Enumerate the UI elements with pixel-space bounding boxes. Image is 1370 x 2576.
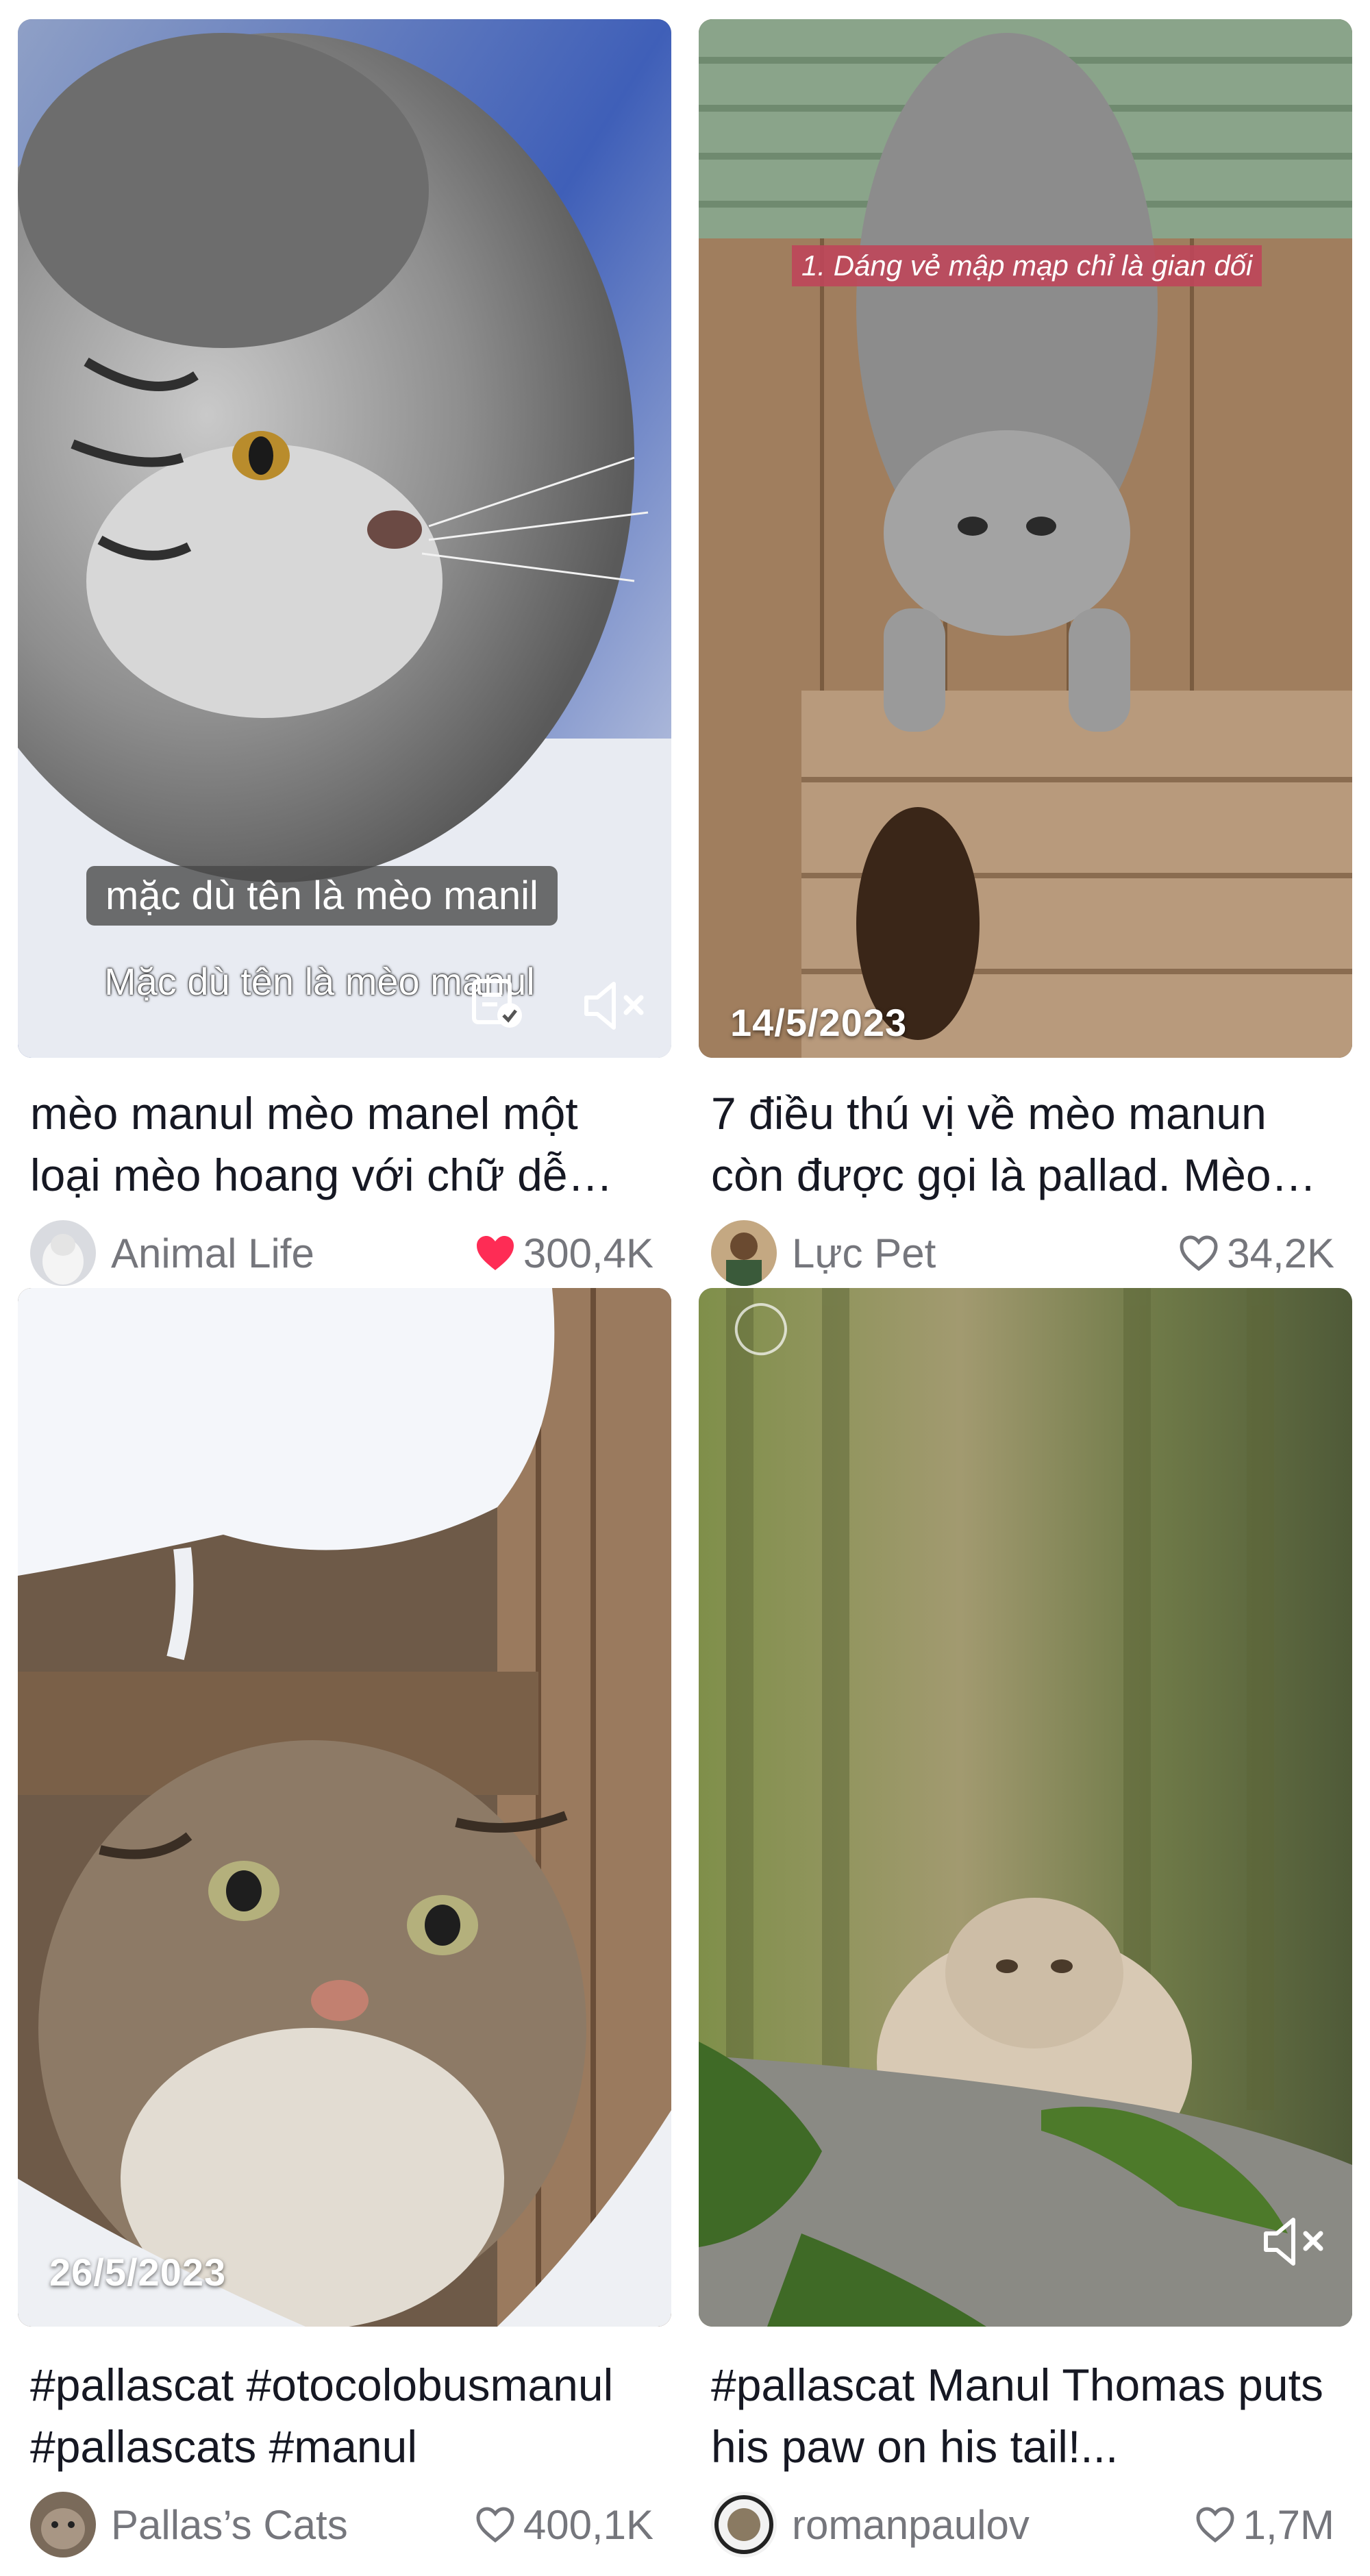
avatar[interactable] bbox=[30, 2492, 96, 2558]
video-thumbnail[interactable]: 1. Dáng vẻ mập mạp chỉ là gian dối 14/5/… bbox=[699, 19, 1352, 1058]
video-thumbnail[interactable]: 26/5/2023 bbox=[18, 1288, 671, 2327]
subtitle-icon[interactable] bbox=[470, 976, 525, 1030]
thumbnail-image bbox=[699, 1288, 1352, 2327]
heart-outline-icon[interactable] bbox=[1194, 2505, 1236, 2544]
video-title[interactable]: #pallascat #otocolobusmanul #pallascats … bbox=[30, 2354, 660, 2477]
mute-icon[interactable] bbox=[582, 978, 651, 1033]
author-name[interactable]: Lực Pet bbox=[792, 1230, 936, 1277]
like-count[interactable]: 300,4K bbox=[474, 1222, 653, 1284]
video-title[interactable]: mèo manul mèo manel một loại mèo hoang v… bbox=[30, 1082, 660, 1206]
heart-outline-icon[interactable] bbox=[474, 2505, 516, 2544]
like-count-label: 400,1K bbox=[523, 2501, 653, 2548]
post-date: 26/5/2023 bbox=[49, 2251, 227, 2294]
like-count-label: 300,4K bbox=[523, 1230, 653, 1276]
like-count-label: 34,2K bbox=[1227, 1230, 1334, 1276]
author-name[interactable]: Animal Life bbox=[111, 1230, 314, 1277]
video-title[interactable]: #pallascat Manul Thomas puts his paw on … bbox=[711, 2354, 1341, 2477]
video-meta: Animal Life 300,4K bbox=[30, 1220, 653, 1286]
video-meta: Lực Pet 34,2K bbox=[711, 1220, 1334, 1286]
video-thumbnail[interactable]: mặc dù tên là mèo manil Mặc dù tên là mè… bbox=[18, 19, 671, 1058]
video-title[interactable]: 7 điều thú vị về mèo manun còn được gọi … bbox=[711, 1082, 1341, 1206]
like-count-label: 1,7M bbox=[1243, 2501, 1334, 2548]
avatar[interactable] bbox=[30, 1220, 96, 1286]
avatar[interactable] bbox=[711, 2492, 777, 2558]
like-count[interactable]: 400,1K bbox=[474, 2494, 653, 2555]
thumbnail-image bbox=[699, 19, 1352, 1058]
caption-overlay: mặc dù tên là mèo manil bbox=[86, 866, 558, 926]
overlay-label: 1. Dáng vẻ mập mạp chỉ là gian dối bbox=[792, 245, 1262, 286]
author-name[interactable]: Pallas’s Cats bbox=[111, 2501, 348, 2549]
heart-filled-icon[interactable] bbox=[474, 1233, 516, 1273]
thumbnail-image bbox=[18, 1288, 671, 2327]
post-date: 14/5/2023 bbox=[730, 1001, 908, 1044]
video-meta: Pallas’s Cats 400,1K bbox=[30, 2492, 653, 2558]
like-count[interactable]: 34,2K bbox=[1178, 1222, 1334, 1284]
avatar[interactable] bbox=[711, 1220, 777, 1286]
heart-outline-icon[interactable] bbox=[1178, 1233, 1220, 1273]
author-name[interactable]: romanpaulov bbox=[792, 2501, 1030, 2549]
video-thumbnail[interactable] bbox=[699, 1288, 1352, 2327]
video-meta: romanpaulov 1,7M bbox=[711, 2492, 1334, 2558]
like-count[interactable]: 1,7M bbox=[1194, 2494, 1334, 2555]
mute-icon[interactable] bbox=[1262, 2214, 1330, 2269]
